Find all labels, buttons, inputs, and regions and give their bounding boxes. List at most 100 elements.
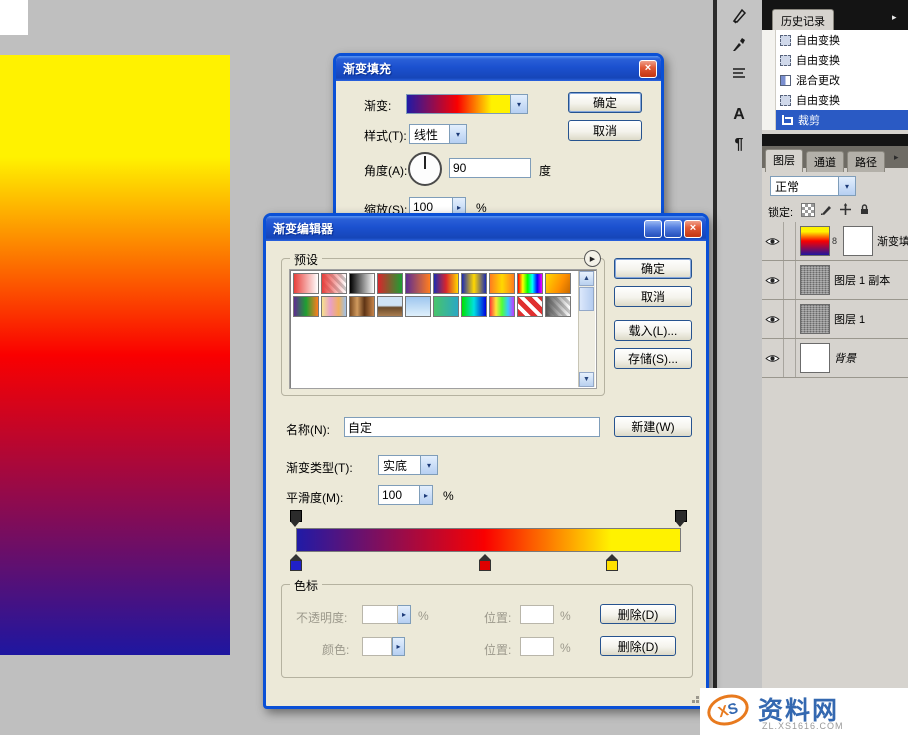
gradient-preset-swatch[interactable] [517, 296, 543, 317]
history-item[interactable]: 裁剪 [762, 110, 908, 130]
layer-row[interactable]: 背景 [762, 339, 908, 378]
color-stop[interactable] [479, 554, 491, 571]
eyedropper-tool-icon[interactable] [727, 33, 751, 57]
smoothness-input[interactable] [378, 485, 420, 505]
preset-menu-icon[interactable]: ▶ [584, 250, 601, 267]
visibility-eye-icon[interactable] [762, 300, 784, 338]
minimize-button[interactable] [644, 220, 662, 238]
blend-mode-select[interactable]: 正常 ▾ [770, 176, 856, 196]
restore-button[interactable] [664, 220, 682, 238]
save-button[interactable]: 存储(S)... [614, 348, 692, 369]
history-row-gutter[interactable] [762, 50, 776, 70]
layer-thumbnail[interactable] [800, 343, 830, 373]
color-stop[interactable] [606, 554, 618, 571]
scroll-down-icon[interactable]: ▼ [579, 372, 594, 387]
opacity-stop[interactable] [290, 510, 302, 522]
spinner-arrow-icon[interactable]: ▸ [420, 485, 433, 505]
gradient-bar[interactable] [296, 528, 681, 552]
position-input[interactable] [520, 637, 554, 656]
gradient-preset-swatch[interactable] [433, 296, 459, 317]
gradient-fill-titlebar[interactable]: 渐变填充 × [336, 56, 661, 81]
gradient-preset-swatch[interactable] [405, 273, 431, 294]
tab-layers-1[interactable]: 通道 [806, 151, 844, 172]
visibility-eye-icon[interactable] [762, 222, 784, 260]
gradient-preset-swatch[interactable] [517, 273, 543, 294]
color-swatch[interactable] [362, 637, 392, 656]
history-row-gutter[interactable] [762, 110, 776, 130]
name-input[interactable] [344, 417, 600, 437]
gradient-preset-swatch[interactable] [489, 273, 515, 294]
gradient-preset-swatch[interactable] [433, 273, 459, 294]
history-item[interactable]: 自由变换 [762, 30, 908, 50]
layer-row[interactable]: 图层 1 副本 [762, 261, 908, 300]
visibility-eye-icon[interactable] [762, 261, 784, 299]
new-button[interactable]: 新建(W) [614, 416, 692, 437]
load-button[interactable]: 载入(L)... [614, 320, 692, 341]
pen-tool-icon[interactable] [727, 4, 751, 28]
gradient-preset-swatch[interactable] [461, 296, 487, 317]
history-row-gutter[interactable] [762, 30, 776, 50]
lock-position-icon[interactable] [838, 202, 853, 217]
history-row-gutter[interactable] [762, 70, 776, 90]
layer-thumbnail[interactable] [800, 226, 830, 256]
spinner-arrow-icon[interactable]: ▸ [398, 605, 411, 624]
lock-all-icon[interactable] [857, 202, 872, 217]
gradient-preset-swatch[interactable] [461, 273, 487, 294]
gradient-picker[interactable]: ▾ [406, 94, 528, 114]
gradient-preset-swatch[interactable] [489, 296, 515, 317]
scrollbar-thumb[interactable] [579, 287, 594, 311]
layers-panel-menu-icon[interactable]: ▸ [894, 152, 899, 163]
spinner-arrow-icon[interactable]: ▸ [392, 637, 405, 656]
gradient-preset-swatch[interactable] [377, 296, 403, 317]
layer-row[interactable]: 8渐变填 [762, 222, 908, 261]
tab-layers-0[interactable]: 图层 [765, 149, 803, 172]
tab-layers-2[interactable]: 路径 [847, 151, 885, 172]
ok-button[interactable]: 确定 [568, 92, 642, 113]
history-row-gutter[interactable] [762, 90, 776, 110]
color-stop[interactable] [290, 554, 302, 571]
presets-scrollbar[interactable]: ▲ ▼ [578, 271, 595, 387]
measure-tool-icon[interactable] [727, 60, 751, 84]
tab-history[interactable]: 历史记录 [772, 9, 834, 32]
ok-button[interactable]: 确定 [614, 258, 692, 279]
type-tool-icon[interactable]: A [727, 103, 751, 127]
position-input[interactable] [520, 605, 554, 624]
gradient-preset-swatch[interactable] [405, 296, 431, 317]
opacity-input[interactable] [362, 605, 398, 624]
paragraph-tool-icon[interactable]: ¶ [727, 133, 751, 157]
gradient-preset-swatch[interactable] [349, 273, 375, 294]
history-item[interactable]: 混合更改 [762, 70, 908, 90]
angle-input[interactable] [449, 158, 531, 178]
gradient-preset-swatch[interactable] [377, 273, 403, 294]
visibility-eye-icon[interactable] [762, 339, 784, 377]
lock-image-icon[interactable] [819, 202, 834, 217]
gradient-editor-titlebar[interactable]: 渐变编辑器 × [266, 216, 706, 241]
chevron-down-icon: ▾ [838, 177, 855, 195]
close-icon[interactable]: × [684, 220, 702, 238]
gradient-preset-swatch[interactable] [293, 273, 319, 294]
lock-transparency-icon[interactable] [800, 202, 815, 217]
cancel-button[interactable]: 取消 [614, 286, 692, 307]
gradient-preset-swatch[interactable] [545, 273, 571, 294]
delete-opacity-button[interactable]: 删除(D) [600, 604, 676, 624]
gradient-preset-swatch[interactable] [349, 296, 375, 317]
gradient-preset-swatch[interactable] [293, 296, 319, 317]
layer-mask-thumbnail[interactable] [843, 226, 873, 256]
history-item[interactable]: 自由变换 [762, 90, 908, 110]
gradient-preset-swatch[interactable] [321, 273, 347, 294]
cancel-button[interactable]: 取消 [568, 120, 642, 141]
scroll-up-icon[interactable]: ▲ [579, 271, 594, 286]
gradient-preset-swatch[interactable] [545, 296, 571, 317]
history-panel-menu-icon[interactable]: ▸ [892, 12, 897, 23]
gradient-preset-swatch[interactable] [321, 296, 347, 317]
layer-row[interactable]: 图层 1 [762, 300, 908, 339]
layer-thumbnail[interactable] [800, 265, 830, 295]
style-select[interactable]: 线性 ▾ [409, 124, 467, 144]
gradient-type-select[interactable]: 实底 ▾ [378, 455, 438, 475]
close-icon[interactable]: × [639, 60, 657, 78]
opacity-stop[interactable] [675, 510, 687, 522]
angle-dial[interactable] [408, 152, 442, 186]
history-item[interactable]: 自由变换 [762, 50, 908, 70]
layer-thumbnail[interactable] [800, 304, 830, 334]
delete-color-button[interactable]: 删除(D) [600, 636, 676, 656]
